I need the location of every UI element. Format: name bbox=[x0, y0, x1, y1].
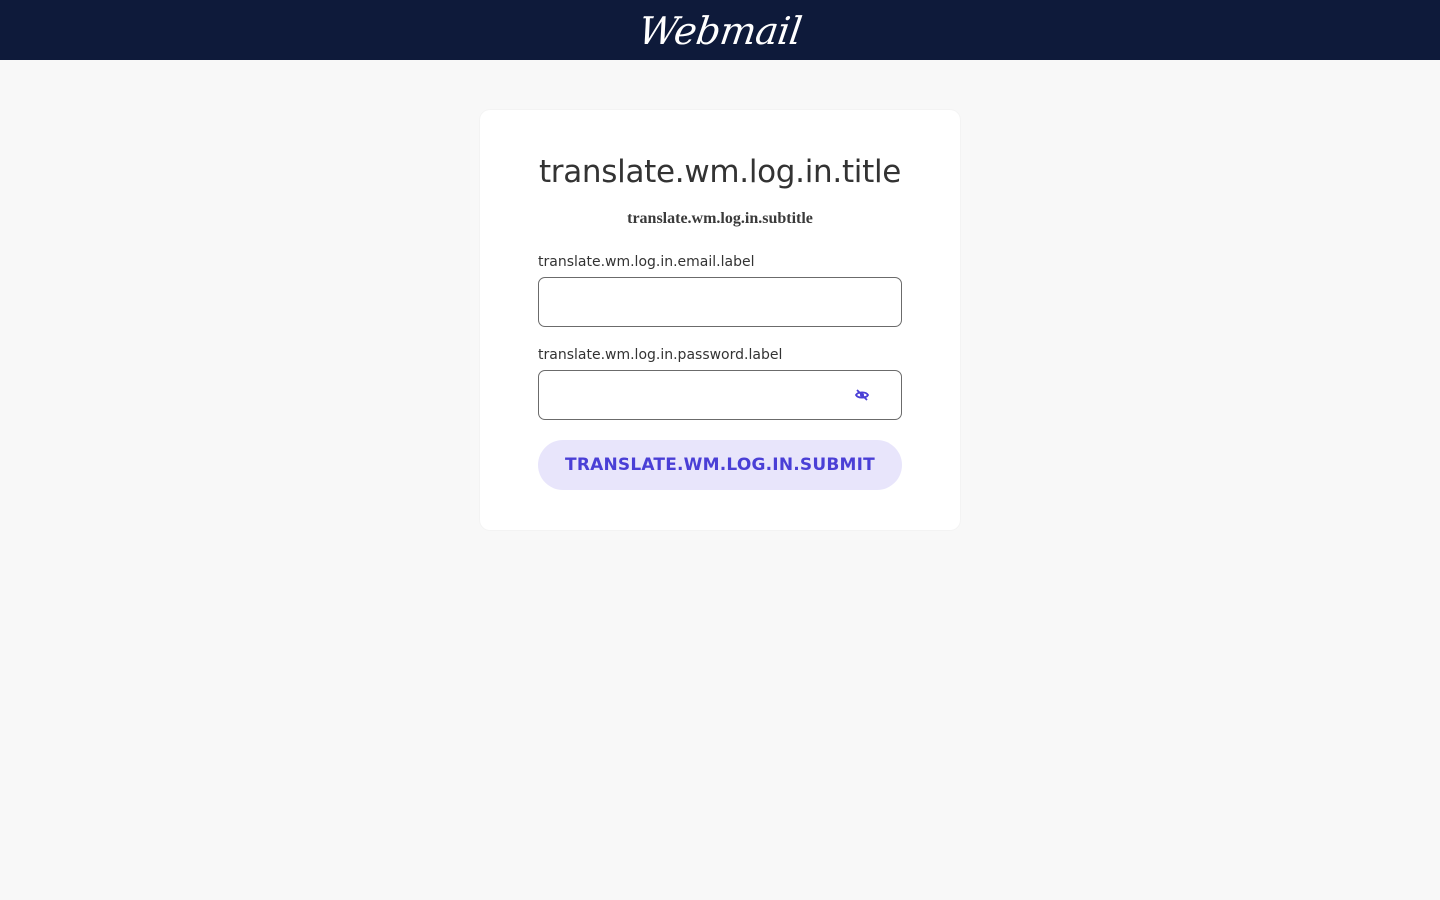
top-bar: Webmail bbox=[0, 0, 1440, 60]
email-label: translate.wm.log.in.email.label bbox=[538, 254, 755, 270]
password-field[interactable] bbox=[538, 370, 902, 420]
login-card: translate.wm.log.in.title translate.wm.l… bbox=[480, 110, 960, 530]
page-subtitle: translate.wm.log.in.subtitle bbox=[627, 210, 813, 227]
email-field[interactable] bbox=[538, 277, 902, 327]
password-label: translate.wm.log.in.password.label bbox=[538, 347, 783, 363]
eye-slash-icon[interactable] bbox=[854, 387, 870, 403]
page-title: translate.wm.log.in.title bbox=[538, 154, 902, 190]
webmail-logo: Webmail bbox=[635, 9, 805, 53]
submit-button[interactable]: translate.wm.log.in.submit bbox=[538, 440, 902, 490]
